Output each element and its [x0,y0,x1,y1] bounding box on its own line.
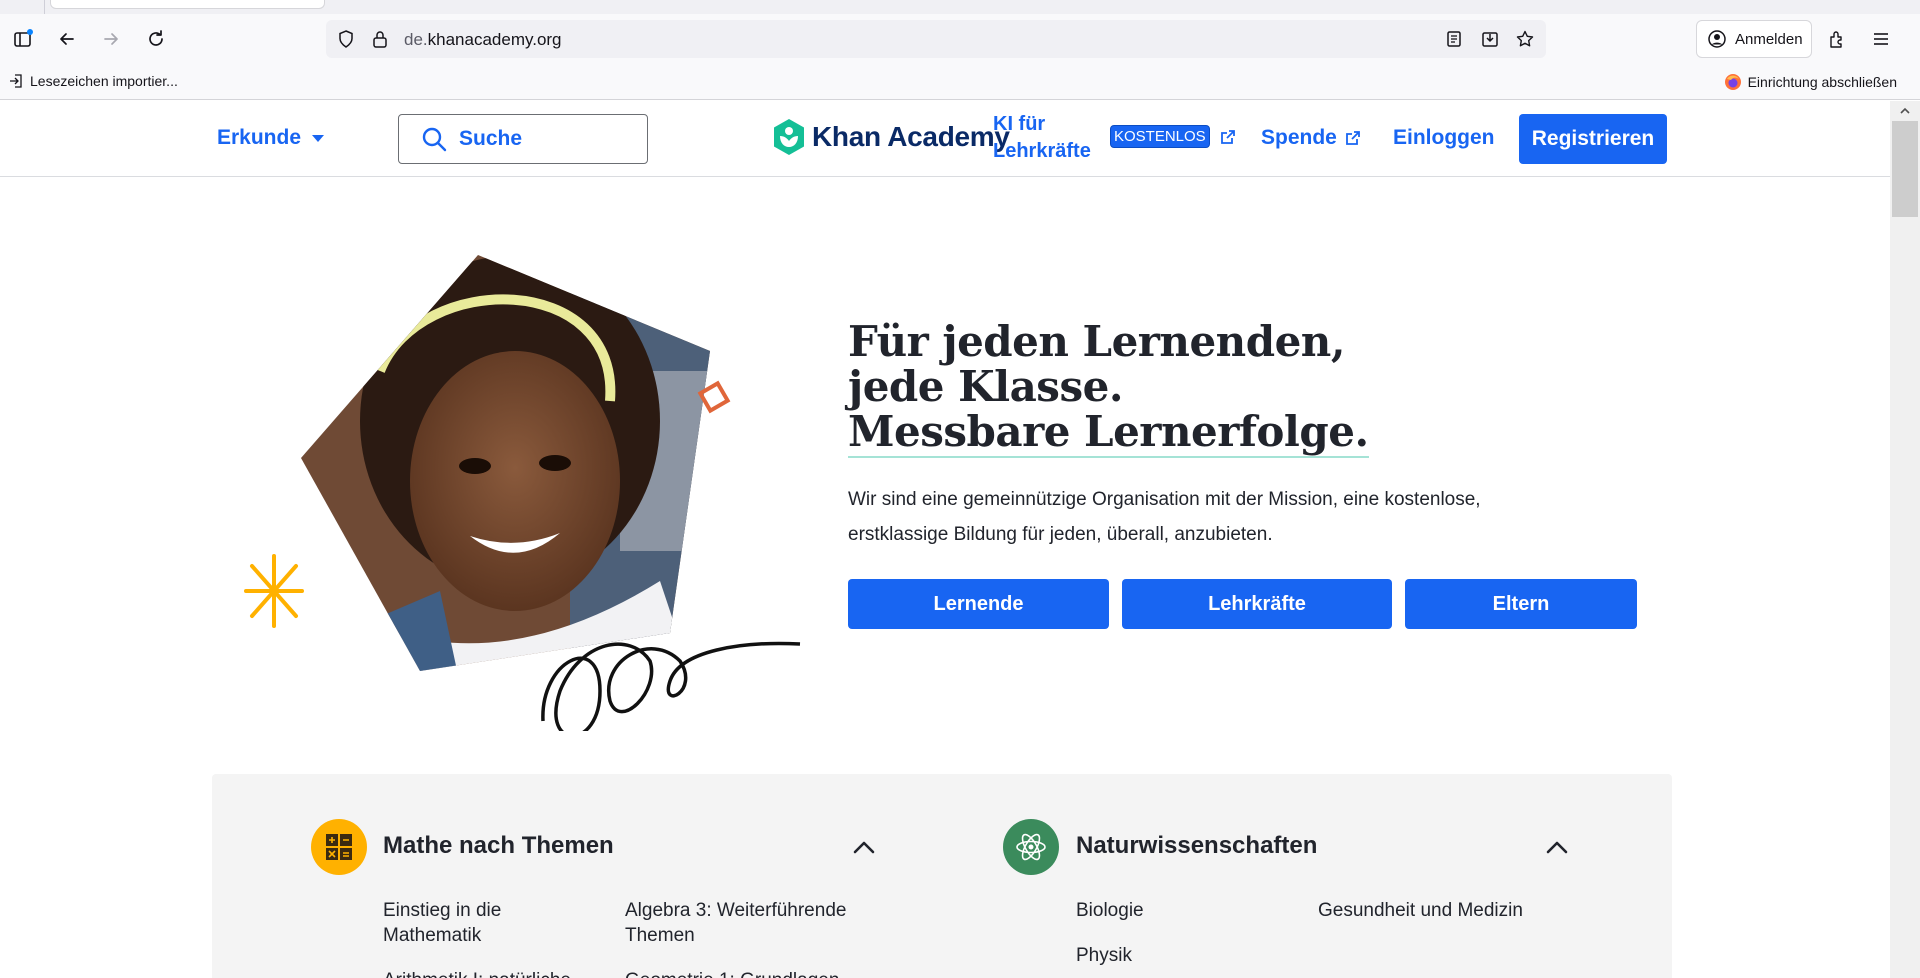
lock-icon[interactable] [370,29,390,49]
firefox-icon [1724,74,1741,90]
khan-academy-logo-icon [774,119,804,155]
external-link-icon [1220,129,1235,144]
sidebar-toggle-icon[interactable] [8,24,38,54]
browser-toolbar: de.khanacademy.org Anmelden [0,14,1920,64]
explore-label: Erkunde [217,126,302,149]
finish-setup-label: Einrichtung abschließen [1747,74,1897,90]
forward-icon[interactable] [96,24,126,54]
import-icon [10,74,22,88]
math-link-intro-line1: Einstieg in die [383,900,502,921]
hero-description: Wir sind eine gemeinnützige Organisation… [848,482,1568,552]
science-link-biology[interactable]: Biologie [1076,898,1144,923]
scrollbar-thumb[interactable] [1892,121,1918,217]
search-input[interactable]: Suche [398,114,648,164]
tab-separator [44,0,45,14]
headline-line3: Messbare Lernerfolge. [848,407,1369,458]
shield-icon[interactable] [336,29,356,49]
squiggle-doodle [541,641,801,731]
page-scrollbar[interactable] [1890,101,1920,978]
finish-setup-item[interactable]: Einrichtung abschließen [1724,73,1897,91]
account-label: Anmelden [1735,30,1803,48]
caret-down-icon [312,135,325,142]
scroll-up-icon[interactable] [1899,105,1911,117]
math-link-algebra3[interactable]: Algebra 3: Weiterführende Themen [625,898,846,948]
free-badge: KOSTENLOS [1110,125,1210,148]
web-page: Erkunde Suche Khan Academy KI für Lehrkr… [0,101,1890,978]
login-link[interactable]: Einloggen [1393,126,1495,150]
site-header: Erkunde Suche Khan Academy KI für Lehrkr… [0,101,1890,177]
hero-description-line2: erstklassige Bildung für jeden, überall,… [848,524,1273,545]
ai-for-teachers-link[interactable]: KI für Lehrkräfte [993,111,1103,165]
hero-headline: Für jeden Lernenden, jede Klasse. Messba… [848,319,1369,458]
star-doodle [244,554,304,628]
parents-button[interactable]: Eltern [1405,579,1637,629]
math-link-geometry[interactable]: Geometrie 1: Grundlagen [625,968,839,978]
bookmark-star-icon[interactable] [1515,29,1535,49]
account-button[interactable]: Anmelden [1696,20,1812,58]
chevron-up-icon[interactable] [1544,835,1570,861]
headline-line2: jede Klasse. [848,362,1123,411]
hero-description-line1: Wir sind eine gemeinnützige Organisation… [848,489,1481,510]
tab-strip [0,0,1920,14]
url-text[interactable]: de.khanacademy.org [404,30,562,50]
math-link-algebra3-line1: Algebra 3: Weiterführende [625,900,847,921]
external-link-icon [1345,131,1360,145]
subjects-panel: Mathe nach Themen Einstieg in die Mathem… [212,774,1672,978]
math-link-algebra3-line2: Themen [625,925,695,946]
active-tab[interactable] [50,0,325,9]
teachers-button[interactable]: Lehrkräfte [1122,579,1392,629]
menu-icon[interactable] [1866,24,1896,54]
bookmarks-bar: Lesezeichen importier... Einrichtung abs… [0,64,1920,100]
import-bookmarks-item[interactable]: Lesezeichen importier... [8,73,178,89]
free-badge-link[interactable]: KOSTENLOS [1110,125,1236,148]
chevron-up-icon[interactable] [851,835,877,861]
import-bookmarks-label: Lesezeichen importier... [30,73,178,89]
ai-link-line1: KI für [993,113,1046,135]
student-photo [301,255,710,671]
url-domain: khanacademy.org [427,30,562,49]
khan-academy-logo[interactable]: Khan Academy [772,118,1010,156]
hero-illustration [244,255,801,731]
logo-text: Khan Academy [812,121,1010,152]
explore-menu-button[interactable]: Erkunde [217,126,325,150]
register-button[interactable]: Registrieren [1519,114,1667,164]
extensions-icon[interactable] [1822,24,1852,54]
address-bar[interactable]: de.khanacademy.org [326,20,1546,58]
save-to-pocket-icon[interactable] [1480,29,1500,49]
reload-icon[interactable] [141,24,171,54]
account-icon [1708,30,1726,48]
donate-label: Spende [1261,126,1337,149]
math-icon [311,819,367,875]
search-icon [422,127,447,152]
reader-view-icon[interactable] [1444,29,1464,49]
learners-button[interactable]: Lernende [848,579,1109,629]
back-icon[interactable] [52,24,82,54]
science-link-health[interactable]: Gesundheit und Medizin [1318,898,1523,923]
donate-link[interactable]: Spende [1261,126,1361,150]
ai-link-line2: Lehrkräfte [993,140,1091,162]
math-link-intro[interactable]: Einstieg in die Mathematik [383,898,501,948]
math-section-title[interactable]: Mathe nach Themen [383,832,614,860]
math-link-intro-line2: Mathematik [383,925,482,946]
science-section-title[interactable]: Naturwissenschaften [1076,832,1317,860]
search-placeholder: Suche [459,127,523,150]
headline-line1: Für jeden Lernenden, [848,317,1345,366]
url-prefix: de. [404,30,428,49]
science-icon [1003,819,1059,875]
science-link-physics[interactable]: Physik [1076,943,1132,968]
math-link-arithmetic[interactable]: Arithmetik I: natürliche [383,968,571,978]
